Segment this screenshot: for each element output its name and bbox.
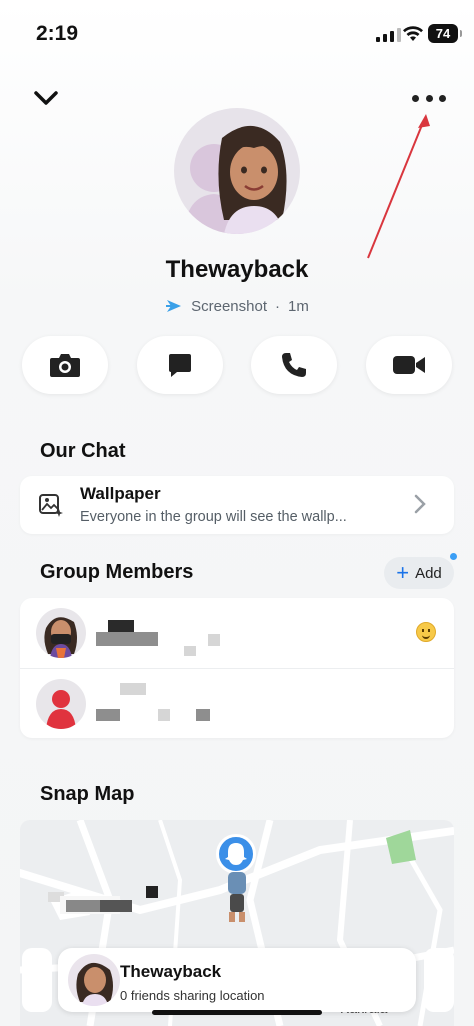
friend-avatar — [68, 954, 120, 1006]
wallpaper-title: Wallpaper — [80, 484, 161, 503]
home-indicator[interactable] — [152, 1010, 322, 1015]
ghost-location-icon — [216, 834, 256, 874]
status-separator: · — [275, 297, 281, 315]
status-time: 2:19 — [36, 22, 79, 45]
add-member-button[interactable]: + Add — [384, 557, 454, 589]
collapse-button[interactable] — [30, 84, 62, 112]
default-avatar-icon — [46, 690, 76, 729]
member-row[interactable] — [20, 598, 454, 668]
member-avatar — [36, 679, 86, 729]
bitmoji-avatar-icon — [44, 617, 77, 658]
wifi-icon — [403, 26, 423, 41]
redacted-name — [96, 632, 158, 646]
add-label: Add — [415, 564, 442, 582]
more-options-button[interactable] — [412, 88, 446, 108]
phone-icon — [282, 353, 307, 377]
our-chat-heading: Our Chat — [40, 440, 126, 462]
bitmoji-figure-icon — [228, 872, 246, 922]
redacted-name — [96, 709, 120, 721]
bitmoji-avatar-icon — [184, 125, 287, 234]
next-friend-card[interactable] — [424, 948, 454, 1012]
camera-icon — [50, 354, 80, 377]
wallpaper-icon — [39, 494, 63, 517]
wallpaper-subtitle: Everyone in the group will see the wallp… — [80, 509, 347, 525]
prev-friend-card[interactable] — [22, 948, 52, 1012]
friend-name: Thewayback — [120, 962, 222, 981]
notification-dot — [450, 553, 457, 560]
status-text: Screenshot — [191, 297, 268, 315]
cellular-signal-icon — [376, 27, 401, 42]
snap-map-heading: Snap Map — [40, 783, 135, 805]
redacted-name — [184, 646, 196, 656]
chat-icon — [168, 354, 191, 377]
more-dot-icon — [425, 94, 433, 102]
camera-button[interactable] — [22, 336, 108, 394]
friend-location-status: 0 friends sharing location — [120, 988, 265, 1003]
bitmoji-avatar-icon — [76, 962, 113, 1006]
action-bar — [22, 336, 452, 394]
group-avatar[interactable] — [174, 108, 300, 234]
chat-button[interactable] — [136, 336, 223, 394]
more-dot-icon — [439, 94, 446, 102]
status-time: 1m — [288, 297, 309, 315]
member-avatar — [36, 608, 86, 658]
group-members-heading: Group Members — [40, 561, 194, 583]
ghost-icon — [225, 843, 247, 865]
chat-status: Screenshot · 1m — [0, 297, 474, 315]
smile-emoji-icon — [416, 622, 436, 642]
wallpaper-row[interactable]: Wallpaper Everyone in the group will see… — [20, 476, 454, 534]
member-row[interactable] — [20, 668, 454, 738]
video-icon — [392, 356, 425, 374]
redacted-name — [158, 709, 170, 721]
screenshot-icon — [166, 300, 182, 312]
status-bar: 2:19 74 — [0, 0, 474, 70]
chevron-right-icon — [414, 494, 426, 514]
members-list — [20, 598, 454, 738]
redacted-name — [196, 709, 210, 721]
battery-icon: 74 — [428, 24, 462, 43]
plus-icon: + — [396, 560, 410, 585]
chevron-down-icon — [34, 91, 58, 105]
call-button[interactable] — [251, 336, 338, 394]
more-dot-icon — [412, 94, 419, 102]
annotation-arrow — [367, 114, 430, 259]
group-name: Thewayback — [165, 256, 309, 283]
redacted-name — [208, 634, 220, 646]
redacted-name — [120, 683, 146, 695]
location-card[interactable]: Thewayback 0 friends sharing location — [58, 948, 416, 1012]
redacted-name — [108, 620, 134, 632]
video-call-button[interactable] — [365, 336, 452, 394]
